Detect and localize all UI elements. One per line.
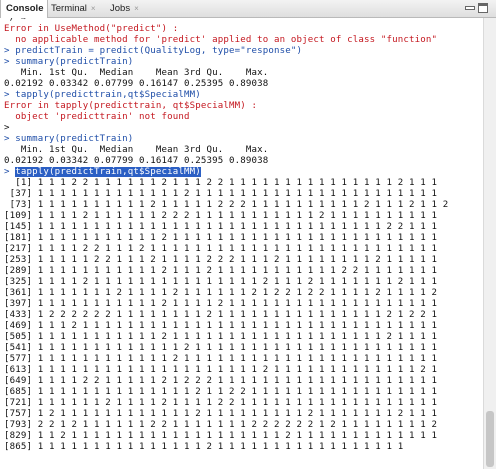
console-line: [757] 1 2 1 1 1 1 1 1 1 1 1 1 1 1 2 1 1 …: [4, 409, 438, 419]
console-line: [361] 1 1 1 1 1 1 1 2 1 1 1 1 2 1 1 1 1 …: [4, 288, 438, 298]
console-line: 0.02192 0.03342 0.07799 0.16147 0.25395 …: [4, 156, 269, 166]
console-line: [505] 1 1 1 1 1 1 1 1 1 1 1 2 1 1 1 1 1 …: [4, 332, 438, 342]
console-prompt: >: [4, 167, 16, 177]
console-line: [145] 1 1 1 1 1 1 1 1 1 1 1 1 1 1 1 1 1 …: [4, 222, 438, 232]
console-line: [37] 1 1 1 1 1 1 1 1 1 1 1 1 1 2 1 1 1 1…: [4, 189, 438, 199]
console-line: [469] 1 1 1 2 1 1 1 1 1 1 1 1 1 1 1 1 1 …: [4, 321, 438, 331]
console-line: [541] 1 1 1 1 1 1 1 1 1 1 1 1 1 2 1 1 1 …: [4, 343, 438, 353]
console-line: [253] 1 1 1 1 1 2 2 1 1 1 2 1 1 1 1 2 2 …: [4, 255, 438, 265]
console-line: > tapply(predicttrain,qt$SpecialMM): [4, 90, 201, 100]
console-line: [577] 1 1 1 1 1 1 1 1 1 1 1 1 2 1 1 1 1 …: [4, 354, 438, 364]
scrollbar-thumb[interactable]: [486, 411, 494, 467]
tab-console-label: Console: [6, 3, 44, 14]
console-line: Error in UseMethod("predict") :: [4, 24, 179, 34]
console-line: [397] 1 1 1 1 1 1 1 1 1 1 1 2 1 1 1 1 2 …: [4, 299, 438, 309]
console-line: [109] 1 1 1 1 2 1 1 1 1 1 1 2 2 2 1 1 1 …: [4, 211, 438, 221]
tab-terminal[interactable]: Terminal ×: [51, 0, 103, 17]
pane-tab-bar: Console Terminal × Jobs ×: [0, 0, 496, 18]
console-line: 0.02192 0.03342 0.07799 0.16147 0.25395 …: [4, 79, 269, 89]
console-line: Min. 1st Qu. Median Mean 3rd Qu. Max.: [4, 145, 269, 155]
console-line: [685] 1 1 1 1 1 1 1 1 1 1 1 1 1 1 2 1 1 …: [4, 387, 438, 397]
tab-terminal-label: Terminal: [51, 3, 87, 14]
console-line: object 'predicttrain' not found: [4, 112, 190, 122]
console-line: [793] 2 2 1 2 1 1 1 1 1 1 2 2 1 1 1 1 1 …: [4, 420, 438, 430]
close-icon[interactable]: ×: [134, 4, 139, 13]
console-line: [433] 1 2 2 2 2 2 2 1 1 1 1 1 1 1 1 2 1 …: [4, 310, 438, 320]
tab-console[interactable]: Console: [0, 0, 48, 18]
console-line: Min. 1st Qu. Median Mean 3rd Qu. Max.: [4, 68, 269, 78]
maximize-pane-icon[interactable]: [478, 3, 488, 13]
console-line: [289] 1 1 1 1 1 1 1 1 1 1 1 2 1 1 1 2 1 …: [4, 266, 438, 276]
console-line: [649] 1 1 1 1 2 2 1 1 1 1 1 2 1 2 2 2 1 …: [4, 376, 438, 386]
selected-command-text[interactable]: tapply(predictTrain,qt$SpecialMM): [15, 167, 201, 177]
console-line: >: [4, 123, 10, 133]
console-output[interactable]: ~/ ⇨ Error in UseMethod("predict") : no a…: [0, 18, 483, 469]
close-icon[interactable]: ×: [91, 4, 96, 13]
minimize-pane-icon[interactable]: [465, 3, 475, 13]
console-line: [73] 1 1 1 1 1 1 1 1 1 1 2 1 1 1 1 1 2 2…: [4, 200, 449, 210]
console-line: > summary(predictTrain): [4, 134, 134, 144]
console-line: [829] 1 1 2 1 1 1 1 1 1 1 1 1 1 1 1 1 1 …: [4, 431, 438, 441]
console-line: > summary(predictTrain): [4, 57, 134, 67]
console-line: > tapply(predictTrain,qt$SpecialMM): [4, 167, 201, 178]
console-line: [1] 1 1 1 2 2 1 1 1 1 1 1 2 1 1 1 2 2 1 …: [4, 178, 438, 188]
vertical-scrollbar[interactable]: [483, 18, 496, 469]
console-line: no applicable method for 'predict' appli…: [4, 35, 438, 45]
tab-jobs-label: Jobs: [110, 3, 131, 14]
console-line: [217] 1 1 1 1 2 2 1 1 1 2 1 1 1 1 1 1 1 …: [4, 244, 438, 254]
console-line: [181] 1 1 1 1 1 1 1 1 1 1 1 2 1 1 1 1 1 …: [4, 233, 438, 243]
console-line: Error in tapply(predicttrain, qt$Special…: [4, 101, 258, 111]
console-line: [613] 1 1 1 1 1 1 1 1 1 1 1 1 1 1 1 1 1 …: [4, 365, 438, 375]
tab-jobs[interactable]: Jobs ×: [110, 0, 150, 17]
console-line: [865] 1 1 1 1 1 1 1 1 1 1 1 1 1 1 1 2 1 …: [4, 442, 404, 452]
console-line: [721] 1 1 1 1 1 1 2 1 1 1 1 2 1 1 1 1 2 …: [4, 398, 438, 408]
console-line: > predictTrain = predict(QualityLog, typ…: [4, 46, 303, 56]
console-line: [325] 1 1 1 1 2 1 1 1 1 1 1 1 1 1 1 1 1 …: [4, 277, 438, 287]
